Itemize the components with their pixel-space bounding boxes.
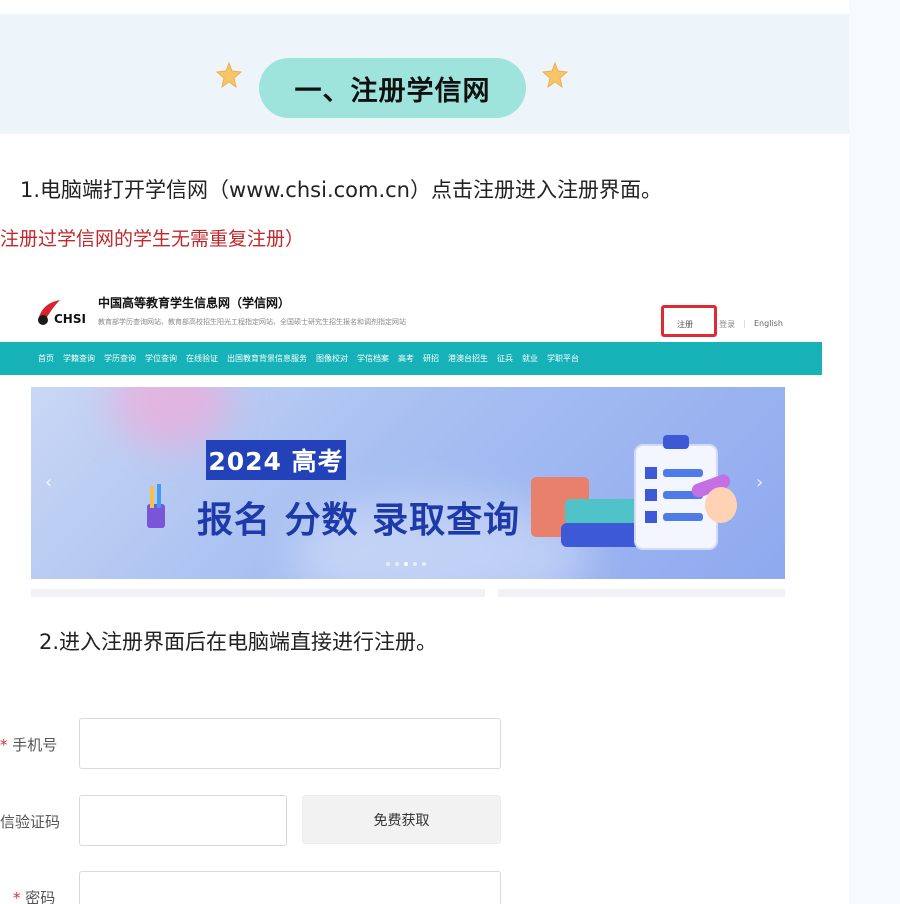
carousel-dot[interactable] xyxy=(422,562,426,566)
gaokao-banner[interactable]: ‹ › 2024 高考 报名 分数 录取查询 xyxy=(31,387,785,579)
nav-item[interactable]: 征兵 xyxy=(497,353,513,364)
chsi-site-subtitle: 教育部学历查询网站、教育部高校招生阳光工程指定网站、全国硕士研究生招生报名和调剂… xyxy=(98,318,406,326)
chsi-nav-bar: 首页 学籍查询 学历查询 学位查询 在线验证 出国教育背景信息服务 图像校对 学… xyxy=(0,342,822,375)
get-code-button[interactable]: 免费获取 xyxy=(302,795,501,844)
chsi-logo: CHSI xyxy=(34,296,94,326)
password-input[interactable] xyxy=(79,871,501,904)
sms-code-input[interactable] xyxy=(79,795,287,846)
year-tag: 2024 高考 xyxy=(206,440,346,480)
required-mark: * xyxy=(13,889,21,904)
chsi-screenshot: CHSI 中国高等教育学生信息网（学信网） 教育部学历查询网站、教育部高校招生阳… xyxy=(0,283,822,601)
top-strip xyxy=(0,0,849,14)
chsi-brand: CHSI xyxy=(54,312,86,326)
placeholder-card xyxy=(31,589,485,597)
star-icon xyxy=(541,61,569,89)
books-clipboard-icon xyxy=(531,435,737,550)
phone-input[interactable] xyxy=(79,718,501,769)
nav-item[interactable]: 学职平台 xyxy=(547,353,579,364)
nav-item[interactable]: 就业 xyxy=(522,353,538,364)
register-link[interactable]: 注册 xyxy=(677,319,693,330)
carousel-dots xyxy=(386,562,426,566)
section-title-pill: 一、注册学信网 xyxy=(259,58,526,118)
banner-glow xyxy=(111,387,231,447)
nav-item[interactable]: 高考 xyxy=(398,353,414,364)
chevron-left-icon[interactable]: ‹ xyxy=(45,472,52,493)
nav-item[interactable]: 在线验证 xyxy=(186,353,218,364)
nav-item[interactable]: 学籍查询 xyxy=(63,353,95,364)
placeholder-card xyxy=(498,589,785,597)
banner-headline: 报名 分数 录取查询 xyxy=(197,500,521,541)
carousel-dot[interactable] xyxy=(413,562,417,566)
section-title: 一、注册学信网 xyxy=(294,75,491,107)
note-text: 注册过学信网的学生无需重复注册） xyxy=(0,228,305,250)
chsi-site-title: 中国高等教育学生信息网（学信网） xyxy=(98,296,291,310)
right-margin xyxy=(849,0,900,904)
carousel-dot-active[interactable] xyxy=(404,562,408,566)
nav-item[interactable]: 首页 xyxy=(38,353,54,364)
carousel-dot[interactable] xyxy=(395,562,399,566)
nav-item[interactable]: 图像校对 xyxy=(316,353,348,364)
nav-item[interactable]: 港澳台招生 xyxy=(448,353,488,364)
password-label: * 密码 xyxy=(13,887,55,904)
link-separator: | xyxy=(743,319,746,328)
code-label: 信验证码 xyxy=(0,813,61,831)
star-icon xyxy=(215,61,243,89)
pencil-cup-icon xyxy=(147,484,165,528)
required-mark: * xyxy=(0,736,8,754)
nav-item[interactable]: 研招 xyxy=(423,353,439,364)
nav-item[interactable]: 学位查询 xyxy=(145,353,177,364)
carousel-dot[interactable] xyxy=(386,562,390,566)
step2-text: 2.进入注册界面后在电脑端直接进行注册。 xyxy=(39,630,438,654)
nav-item[interactable]: 出国教育背景信息服务 xyxy=(227,353,307,364)
login-link[interactable]: 登录 xyxy=(719,319,735,330)
phone-label: * 手机号 xyxy=(0,734,57,755)
english-link[interactable]: English xyxy=(754,319,783,328)
password-label-text: 密码 xyxy=(25,889,56,904)
nav-item[interactable]: 学历查询 xyxy=(104,353,136,364)
nav-item[interactable]: 学信档案 xyxy=(357,353,389,364)
chevron-right-icon[interactable]: › xyxy=(756,472,763,493)
section-header: 一、注册学信网 xyxy=(0,14,849,134)
phone-label-text: 手机号 xyxy=(12,736,58,754)
step1-text: 1.电脑端打开学信网（www.chsi.com.cn）点击注册进入注册界面。 xyxy=(20,178,662,202)
